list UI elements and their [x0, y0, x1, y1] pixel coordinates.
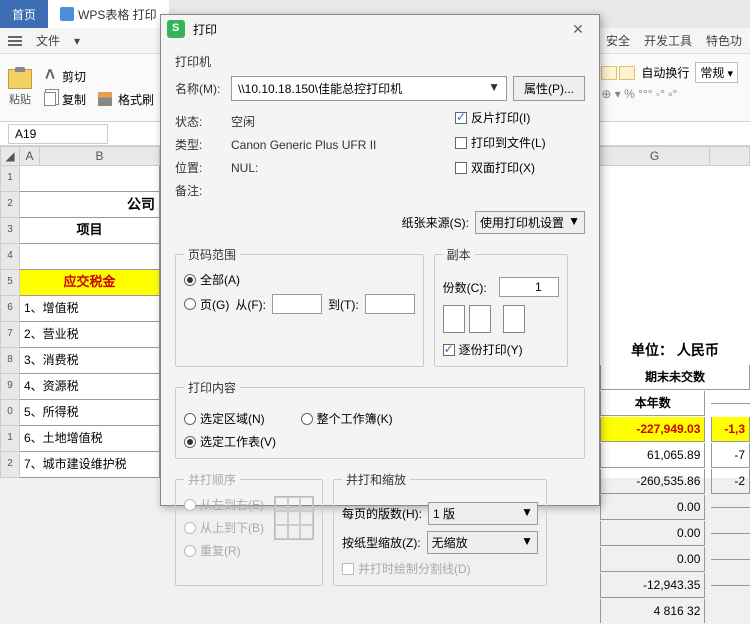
page-from-input[interactable]: [272, 294, 322, 314]
cell[interactable]: [20, 166, 160, 192]
wrap-text-button[interactable]: 自动换行: [641, 64, 689, 81]
printer-location: NUL:: [231, 161, 258, 175]
collate-preview-icon: [443, 305, 559, 333]
scale-select[interactable]: 无缩放▼: [427, 531, 538, 554]
cell-unit[interactable]: 单位： 人民币: [600, 338, 750, 364]
close-icon[interactable]: ✕: [563, 21, 593, 38]
order-preview-icon: [274, 496, 314, 540]
menu-security[interactable]: 安全: [606, 32, 630, 49]
cell-value[interactable]: 4 816 32: [600, 599, 705, 623]
workbook-radio[interactable]: 整个工作簿(K): [301, 410, 393, 427]
print-order-group: 并打顺序 从左到右(E) 从上到下(B) 重复(R): [175, 471, 323, 586]
cell-header-blank[interactable]: [20, 244, 160, 270]
paper-source-select[interactable]: 使用打印机设置▼: [475, 211, 585, 234]
cell-year-header[interactable]: 本年数: [600, 391, 705, 416]
cell-row[interactable]: 4、资源税: [20, 374, 160, 400]
cell-subheader[interactable]: 期末未交数: [600, 365, 750, 390]
paste-icon[interactable]: [8, 69, 32, 89]
print-to-file-checkbox[interactable]: 打印到文件(L): [455, 134, 585, 151]
cut-button[interactable]: 剪切: [44, 68, 86, 85]
cell-value[interactable]: -260,535.86: [600, 469, 705, 494]
cell-value[interactable]: -12,943.35: [600, 573, 705, 598]
cell-value[interactable]: 61,065.89: [600, 443, 705, 468]
order-tb-radio: 从上到下(B): [184, 519, 264, 536]
cell-header[interactable]: 项目: [20, 218, 160, 244]
select-all-corner[interactable]: ◢: [0, 146, 20, 166]
pages-per-sheet-select[interactable]: 1 版▼: [428, 502, 538, 525]
app-icon: [167, 20, 185, 38]
tab-file[interactable]: WPS表格 打印: [48, 0, 169, 28]
cell-title[interactable]: 公司: [20, 192, 160, 218]
print-content-group: 打印内容 选定区域(N) 整个工作簿(K) 选定工作表(V): [175, 379, 585, 459]
tab-home[interactable]: 首页: [0, 0, 48, 28]
cell-row[interactable]: 6、土地增值税: [20, 426, 160, 452]
worksheet-radio[interactable]: 选定工作表(V): [184, 433, 576, 450]
properties-button[interactable]: 属性(P)...: [513, 76, 585, 101]
cell-tax[interactable]: 应交税金: [20, 270, 160, 296]
wps-icon: [60, 7, 74, 21]
order-lr-radio: 从左到右(E): [184, 496, 264, 513]
cell-row[interactable]: 2、营业税: [20, 322, 160, 348]
printer-type: Canon Generic Plus UFR II: [231, 138, 376, 152]
chevron-down-icon: ▼: [488, 80, 500, 97]
page-to-input[interactable]: [365, 294, 415, 314]
col-header-g[interactable]: G: [600, 146, 710, 166]
duplex-checkbox[interactable]: 双面打印(X): [455, 159, 585, 176]
cut-icon: [44, 69, 56, 83]
cell-value[interactable]: 0.00: [600, 547, 705, 572]
format-painter-button[interactable]: 格式刷: [98, 91, 154, 108]
printer-status: 空闲: [231, 113, 255, 130]
col-header-a[interactable]: A: [20, 146, 40, 166]
printer-name-label: 名称(M):: [175, 80, 225, 97]
scale-group: 并打和缩放 每页的版数(H):1 版▼ 按纸型缩放(Z):无缩放▼ 并打时绘制分…: [333, 471, 547, 586]
cell-row[interactable]: 5、所得税: [20, 400, 160, 426]
copy-icon: [44, 92, 56, 106]
copy-button[interactable]: 复制: [44, 91, 86, 108]
indent-icons[interactable]: [601, 66, 635, 80]
printer-section-label: 打印机: [175, 53, 585, 70]
page-range-group: 页码范围 全部(A) 页(G) 从(F): 到(T):: [175, 246, 424, 367]
menu-devtools[interactable]: 开发工具: [644, 32, 692, 49]
print-dialog: 打印 ✕ 打印机 名称(M): \\10.10.18.150\佳能总控打印机▼ …: [160, 14, 600, 506]
order-repeat-radio: 重复(R): [184, 542, 264, 559]
cell-row[interactable]: 1、增值税: [20, 296, 160, 322]
cell-reference-input[interactable]: [8, 124, 108, 144]
reverse-print-checkbox[interactable]: 反片打印(I): [455, 109, 585, 126]
cell-value[interactable]: -227,949.03: [600, 417, 705, 442]
menu-features[interactable]: 特色功: [706, 32, 742, 49]
copies-input[interactable]: [499, 277, 559, 297]
collate-checkbox[interactable]: 逐份打印(Y): [443, 341, 559, 358]
dropdown-icon: ▾: [74, 34, 80, 48]
paste-button[interactable]: 粘贴: [9, 91, 31, 107]
cell-row[interactable]: 7、城市建设维护税: [20, 452, 160, 478]
col-header-b[interactable]: B: [40, 146, 160, 166]
dialog-title: 打印: [193, 21, 217, 38]
format-select[interactable]: 常规 ▾: [695, 62, 738, 83]
brush-icon: [98, 92, 112, 106]
cell-row[interactable]: 3、消费税: [20, 348, 160, 374]
range-pages-radio[interactable]: 页(G): [184, 296, 229, 313]
printer-select[interactable]: \\10.10.18.150\佳能总控打印机▼: [231, 76, 507, 101]
cutline-checkbox: 并打时绘制分割线(D): [342, 560, 538, 577]
copies-group: 副本 份数(C): 逐份打印(Y): [434, 246, 568, 367]
selection-radio[interactable]: 选定区域(N): [184, 410, 265, 427]
menu-icon[interactable]: [8, 36, 22, 46]
paper-source-label: 纸张来源(S):: [402, 214, 469, 231]
cell-value[interactable]: 0.00: [600, 495, 705, 520]
menu-file[interactable]: 文件: [36, 32, 60, 49]
range-all-radio[interactable]: 全部(A): [184, 271, 415, 288]
cell-value[interactable]: 0.00: [600, 521, 705, 546]
